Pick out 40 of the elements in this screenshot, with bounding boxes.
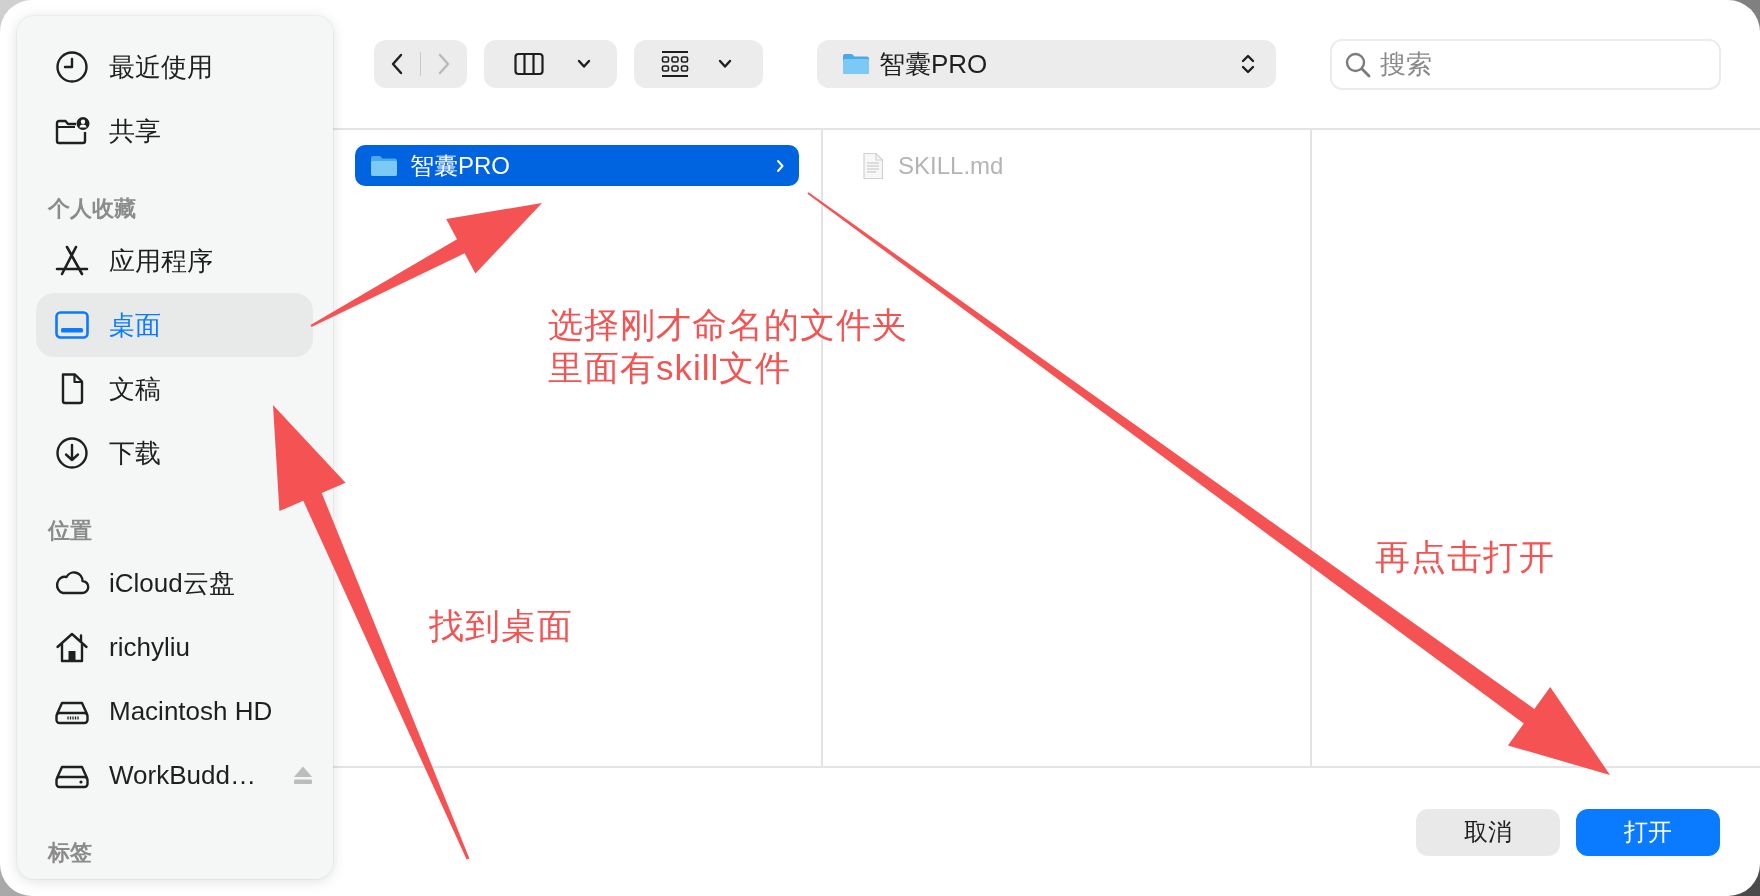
sidebar-item[interactable]: 下载 — [36, 421, 313, 485]
columns-icon — [514, 52, 544, 76]
cancel-button[interactable]: 取消 — [1416, 808, 1560, 856]
path-popup[interactable]: 智囊PRO — [817, 40, 1276, 88]
chevron-right-icon — [437, 52, 451, 76]
section-header: 位置 — [46, 517, 92, 545]
search-field[interactable]: 搜索 — [1330, 38, 1721, 90]
download-icon — [54, 436, 90, 470]
section-header: 标签 — [46, 839, 92, 867]
letter-a-icon — [54, 244, 90, 278]
sidebar-item[interactable]: Macintosh HD — [36, 679, 313, 743]
folder-icon — [842, 53, 870, 75]
folder-icon — [370, 154, 398, 177]
up-down-chevron-icon — [1240, 52, 1256, 76]
column-item[interactable]: 智囊PRO — [355, 145, 799, 186]
clock-icon — [54, 50, 90, 84]
chevron-down-icon — [576, 58, 592, 70]
annotation-text: 找到桌面 — [429, 605, 573, 647]
sidebar-item[interactable]: 文稿 — [36, 357, 313, 421]
sidebar-item[interactable]: 应用程序 — [36, 229, 313, 293]
sidebar-item[interactable]: WorkBudd… — [36, 743, 313, 807]
annotation-text: 再点击打开 — [1375, 536, 1555, 578]
sidebar-item[interactable]: 共享 — [36, 99, 313, 163]
section-header: 个人收藏 — [46, 195, 136, 223]
sidebar-item[interactable]: 最近使用 — [36, 35, 313, 99]
search-icon — [1345, 51, 1371, 78]
sidebar-item[interactable]: iCloud云盘 — [36, 551, 313, 615]
group-button[interactable] — [634, 40, 763, 88]
screen-icon — [54, 308, 90, 342]
house-icon — [54, 630, 90, 664]
annotation-text: 选择刚才命名的文件夹 里面有skill文件 — [548, 304, 908, 389]
chevron-left-icon — [390, 52, 404, 76]
chevron-right-icon — [775, 157, 785, 174]
view-mode-button[interactable] — [484, 40, 617, 88]
grid-icon — [661, 50, 689, 78]
chevron-down-icon — [717, 58, 733, 70]
file-icon — [862, 151, 884, 180]
sidebar-item[interactable]: richyliu — [36, 615, 313, 679]
open-button[interactable]: 打开 — [1576, 808, 1720, 856]
back-button[interactable] — [374, 40, 420, 88]
